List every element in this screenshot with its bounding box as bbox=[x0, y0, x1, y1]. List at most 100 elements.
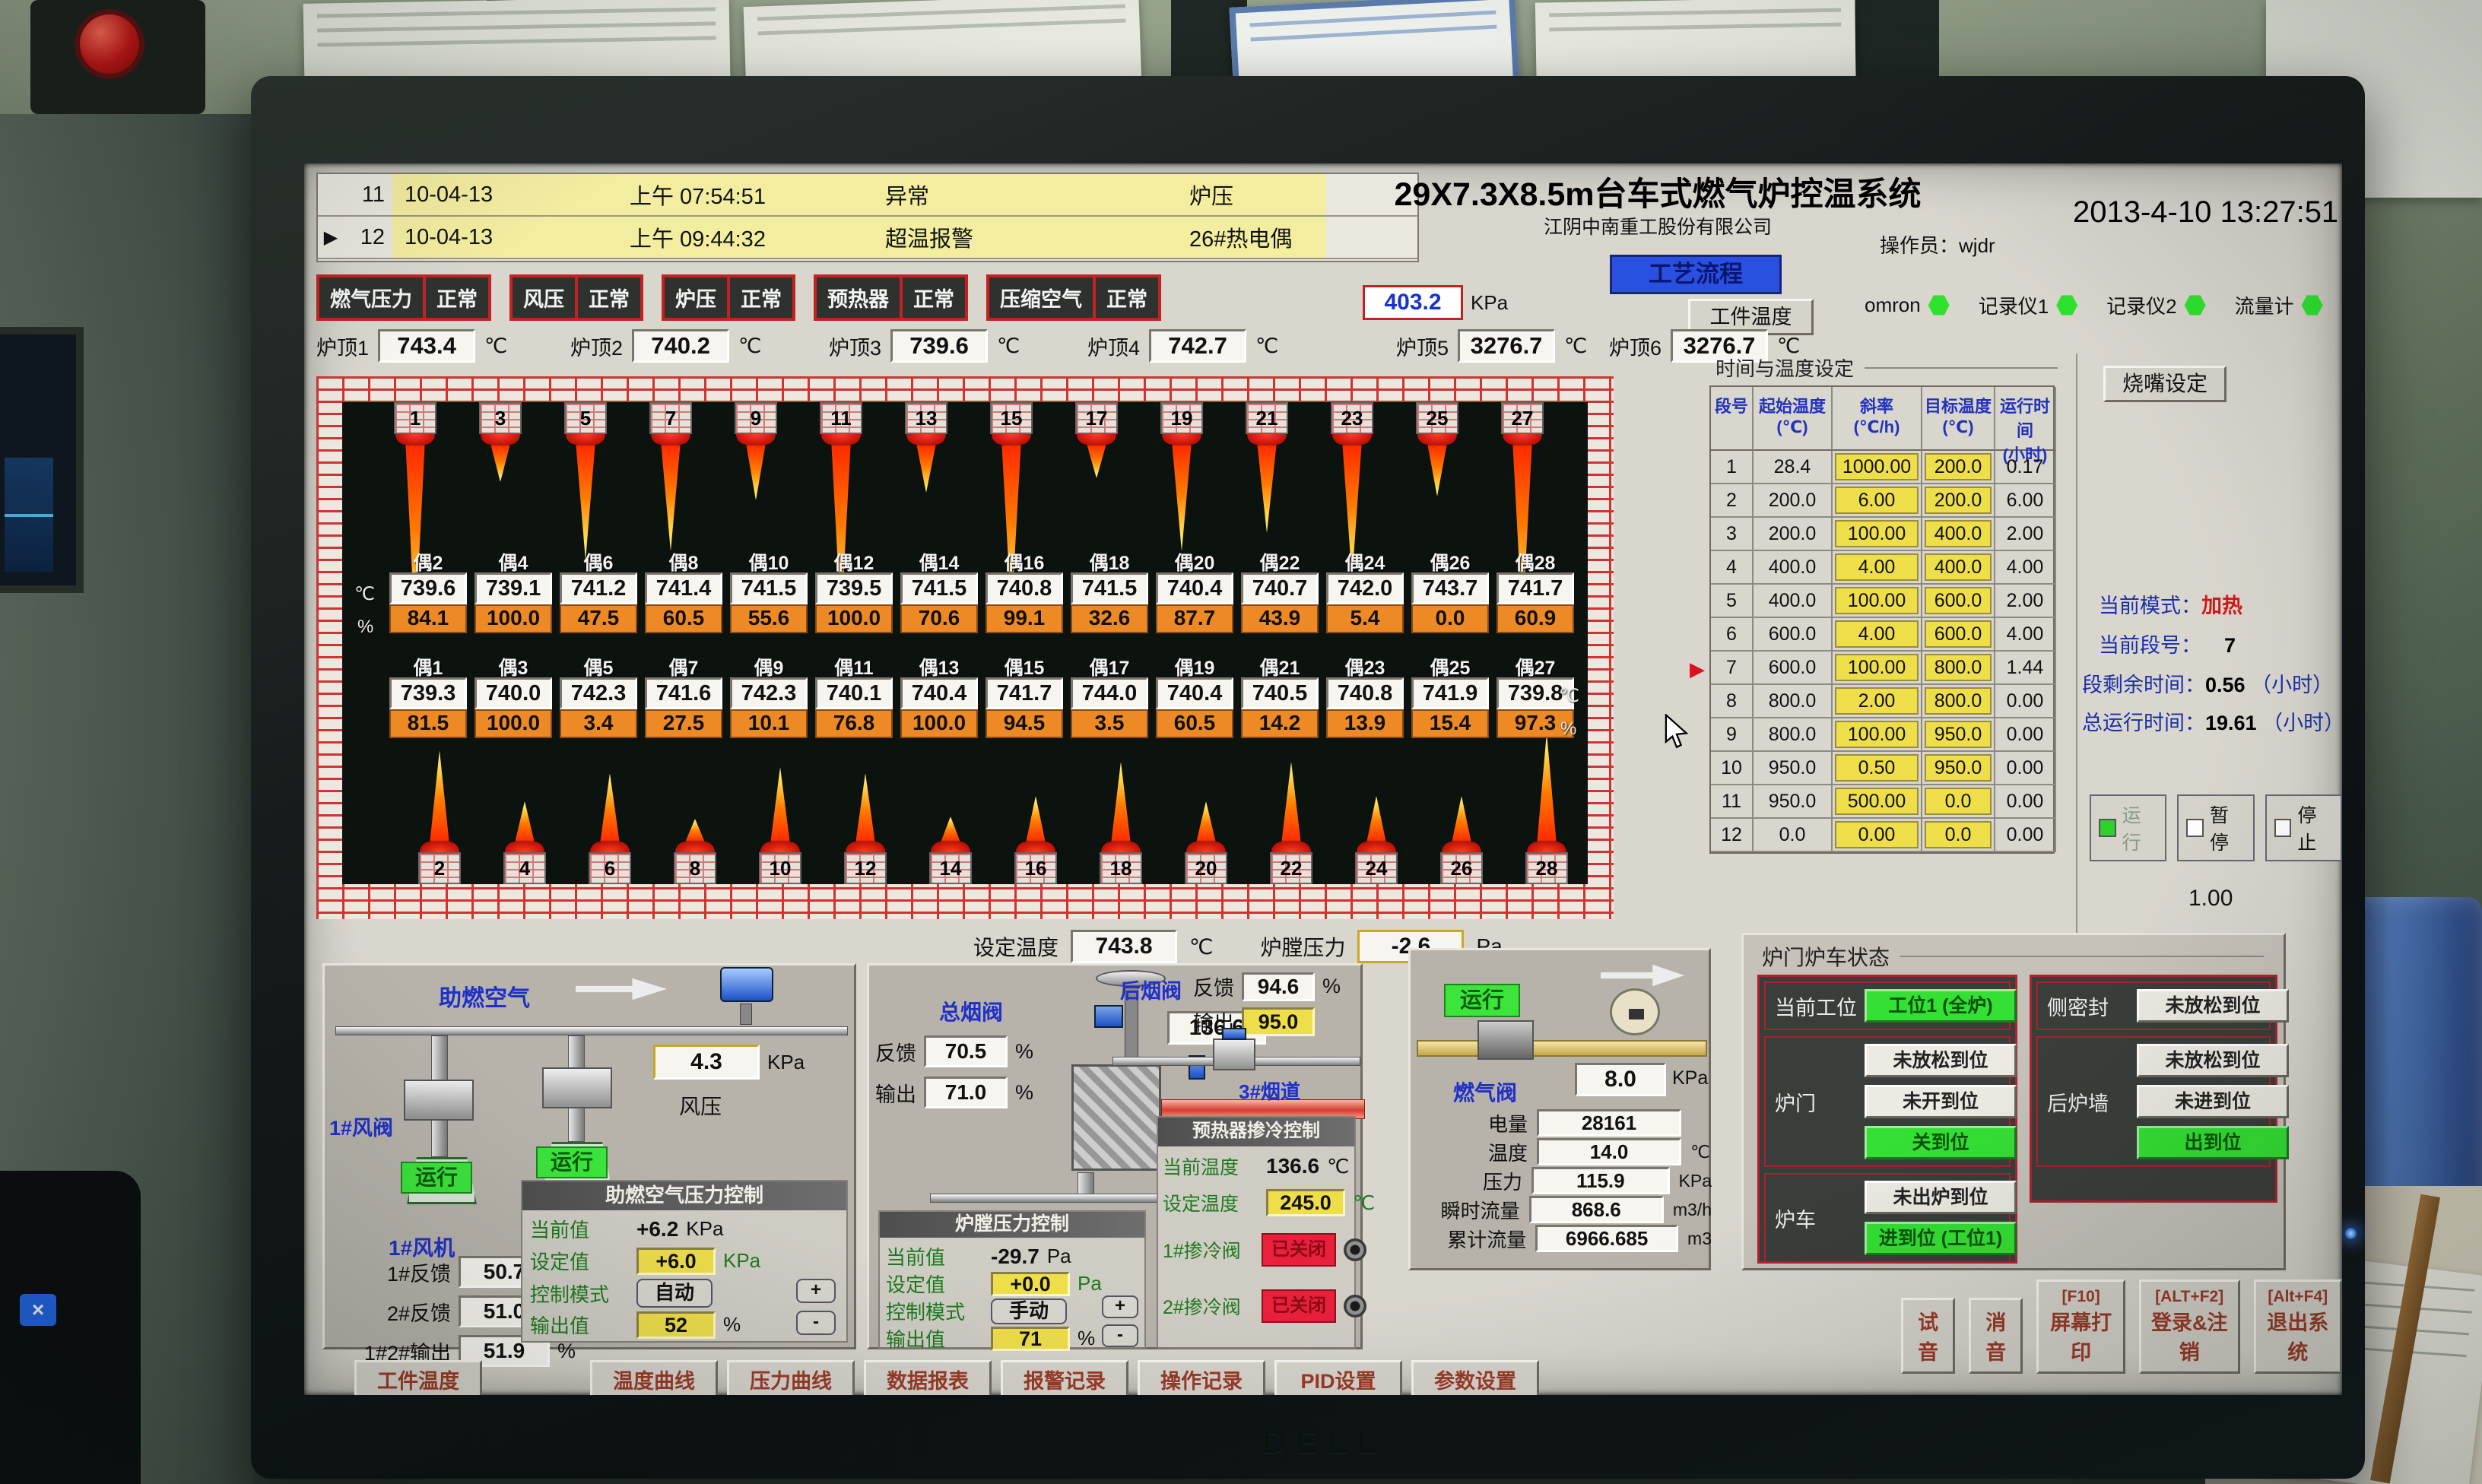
table-cell[interactable]: 0.0 bbox=[1922, 819, 1995, 852]
thermocouple-readout: 偶1739.381.5 bbox=[389, 653, 467, 738]
air-mode-button[interactable]: 自动 bbox=[636, 1279, 713, 1308]
alarm-row[interactable]: ▶1210-04-13上午 09:44:32超温报警26#热电偶 bbox=[318, 217, 1417, 259]
table-cell[interactable]: 600.0 bbox=[1922, 618, 1995, 652]
process-flow-button[interactable]: 工艺流程 bbox=[1610, 255, 1782, 294]
stop-button[interactable]: 停止 bbox=[2265, 794, 2342, 861]
table-cell[interactable]: 0.0 bbox=[1922, 785, 1995, 819]
run-button[interactable]: 运行 bbox=[2090, 794, 2166, 861]
tab-6[interactable]: 操作记录 bbox=[1138, 1360, 1265, 1395]
tab-4[interactable]: 数据报表 bbox=[864, 1360, 992, 1395]
table-cell[interactable]: 100.00 bbox=[1833, 518, 1922, 551]
chamber-output-plus-button[interactable]: + bbox=[1102, 1295, 1138, 1318]
tab-5[interactable]: 报警记录 bbox=[1001, 1360, 1128, 1395]
burner: 25 bbox=[1415, 402, 1459, 496]
table-cell[interactable]: 100.00 bbox=[1833, 718, 1922, 752]
table-cell[interactable]: 200.0 bbox=[1922, 484, 1995, 518]
door-status-group: 后炉墙未放松到位未进到位出到位 bbox=[2036, 1036, 2271, 1167]
burner: 9 bbox=[734, 402, 778, 500]
status-badge-state: 正常 bbox=[1093, 277, 1158, 318]
table-header-cell: 段号 bbox=[1711, 387, 1754, 451]
thermocouple-label: 偶19 bbox=[1156, 653, 1233, 677]
thermocouple-readout: 偶9742.310.1 bbox=[730, 653, 808, 738]
system-button[interactable]: 消音 bbox=[1969, 1298, 2023, 1374]
thermocouple-output-pct: 81.5 bbox=[389, 709, 467, 738]
table-cell[interactable]: 800.0 bbox=[1922, 685, 1995, 718]
table-cell[interactable]: 4.00 bbox=[1833, 618, 1922, 652]
pause-button[interactable]: 暂停 bbox=[2177, 794, 2254, 861]
flame-icon bbox=[489, 445, 512, 482]
burner-port-icon bbox=[651, 434, 690, 445]
tab-3[interactable]: 压力曲线 bbox=[727, 1360, 855, 1395]
company-name: 江阴中南重工股份有限公司 bbox=[1392, 212, 1924, 239]
table-cell[interactable]: 1000.00 bbox=[1833, 451, 1922, 484]
burner-settings-button[interactable]: 烧嘴设定 bbox=[2103, 366, 2226, 402]
table-cell[interactable]: 4.00 bbox=[1833, 551, 1922, 585]
table-cell[interactable]: 2.00 bbox=[1833, 685, 1922, 718]
divider bbox=[2076, 354, 2077, 962]
gas-row-label: 累计流量 bbox=[1414, 1225, 1526, 1253]
thermocouple-output-pct: 0.0 bbox=[1411, 604, 1489, 633]
air-output-input[interactable]: 52 bbox=[636, 1311, 716, 1339]
thermocouple-output-pct: 15.4 bbox=[1411, 709, 1489, 738]
table-cell: 8 bbox=[1711, 685, 1754, 718]
alarm-row[interactable]: 1110-04-13上午 07:54:51异常炉压 bbox=[318, 174, 1417, 217]
burner-number: 11 bbox=[820, 402, 862, 434]
chamber-setpoint-input[interactable]: +0.0 bbox=[991, 1272, 1070, 1296]
air-pressure-control-panel: 助燃空气压力控制 当前值+6.2KPa 设定值+6.0KPa 控制模式自动 输出… bbox=[521, 1180, 848, 1343]
burner-port-icon bbox=[395, 434, 435, 445]
table-cell[interactable]: 400.0 bbox=[1922, 551, 1995, 585]
thermocouple-label: 偶23 bbox=[1326, 653, 1404, 677]
aux-value: 1.00 bbox=[2188, 886, 2233, 912]
tab-8[interactable]: 参数设置 bbox=[1411, 1360, 1539, 1395]
tab-2[interactable]: 温度曲线 bbox=[590, 1360, 718, 1395]
device-status-indicators: omron记录仪1记录仪2流量计 bbox=[1865, 291, 2323, 319]
flame-icon bbox=[1024, 796, 1047, 842]
thermocouple-temp: 741.5 bbox=[1071, 572, 1148, 604]
burner-port-icon bbox=[992, 434, 1031, 445]
table-cell[interactable]: 200.0 bbox=[1922, 451, 1995, 484]
alarm-index: 12 bbox=[344, 225, 392, 250]
table-cell[interactable]: 0.00 bbox=[1833, 819, 1922, 852]
table-cell[interactable]: 800.0 bbox=[1922, 652, 1995, 685]
thermocouple-readout: 偶26743.70.0 bbox=[1411, 548, 1489, 633]
system-button[interactable]: [F10]屏幕打印 bbox=[2036, 1279, 2125, 1374]
burner: 14 bbox=[928, 817, 973, 884]
alarm-index: 11 bbox=[344, 182, 392, 208]
table-cell: 1 bbox=[1711, 451, 1754, 484]
air-output-plus-button[interactable]: + bbox=[796, 1279, 836, 1303]
table-cell[interactable]: 100.00 bbox=[1833, 652, 1922, 685]
monitor-brand-logo: DELL bbox=[1262, 1423, 1386, 1461]
valve2-view-icon[interactable] bbox=[1344, 1295, 1366, 1318]
air-output-minus-button[interactable]: - bbox=[796, 1311, 836, 1335]
thermocouple-readout: 偶19740.460.5 bbox=[1156, 653, 1233, 738]
table-cell[interactable]: 6.00 bbox=[1833, 484, 1922, 518]
table-cell[interactable]: 100.00 bbox=[1833, 585, 1922, 618]
table-cell[interactable]: 500.00 bbox=[1833, 785, 1922, 819]
preheater-setpoint-input[interactable]: 245.0 bbox=[1266, 1189, 1345, 1216]
table-cell[interactable]: 0.50 bbox=[1833, 752, 1922, 785]
chamber-output-minus-button[interactable]: - bbox=[1102, 1324, 1138, 1347]
emergency-stop-button[interactable] bbox=[75, 9, 144, 79]
table-cell[interactable]: 600.0 bbox=[1922, 585, 1995, 618]
set-temp-value: 743.8 bbox=[1071, 930, 1177, 963]
door-status-group: 炉车未出炉到位进到位 (工位1) bbox=[1764, 1173, 2011, 1263]
burner: 4 bbox=[503, 801, 547, 884]
table-header-cell: 运行时间(小时) bbox=[1995, 387, 2056, 451]
system-button[interactable]: [Alt+F4]退出系统 bbox=[2254, 1279, 2342, 1374]
chamber-mode-button[interactable]: 手动 bbox=[991, 1298, 1067, 1324]
tab-1[interactable]: 工件温度 bbox=[354, 1360, 482, 1395]
tab-7[interactable]: PID设置 bbox=[1274, 1360, 1402, 1395]
table-cell[interactable]: 950.0 bbox=[1922, 718, 1995, 752]
air-setpoint-input[interactable]: +6.0 bbox=[636, 1248, 716, 1275]
system-button[interactable]: 试音 bbox=[1901, 1298, 1955, 1374]
thermocouple-temp: 740.0 bbox=[474, 677, 552, 709]
valve1-view-icon[interactable] bbox=[1344, 1238, 1366, 1261]
chamber-output-input[interactable]: 71 bbox=[991, 1327, 1070, 1351]
table-cell[interactable]: 950.0 bbox=[1922, 752, 1995, 785]
burner-number: 2 bbox=[418, 852, 461, 884]
table-cell[interactable]: 400.0 bbox=[1922, 518, 1995, 551]
thermocouple-label: 偶2 bbox=[389, 548, 467, 572]
thermocouple-output-pct: 43.9 bbox=[1241, 604, 1319, 633]
thermocouple-label: 偶27 bbox=[1496, 653, 1574, 677]
system-button[interactable]: [ALT+F2]登录&注销 bbox=[2139, 1279, 2240, 1374]
